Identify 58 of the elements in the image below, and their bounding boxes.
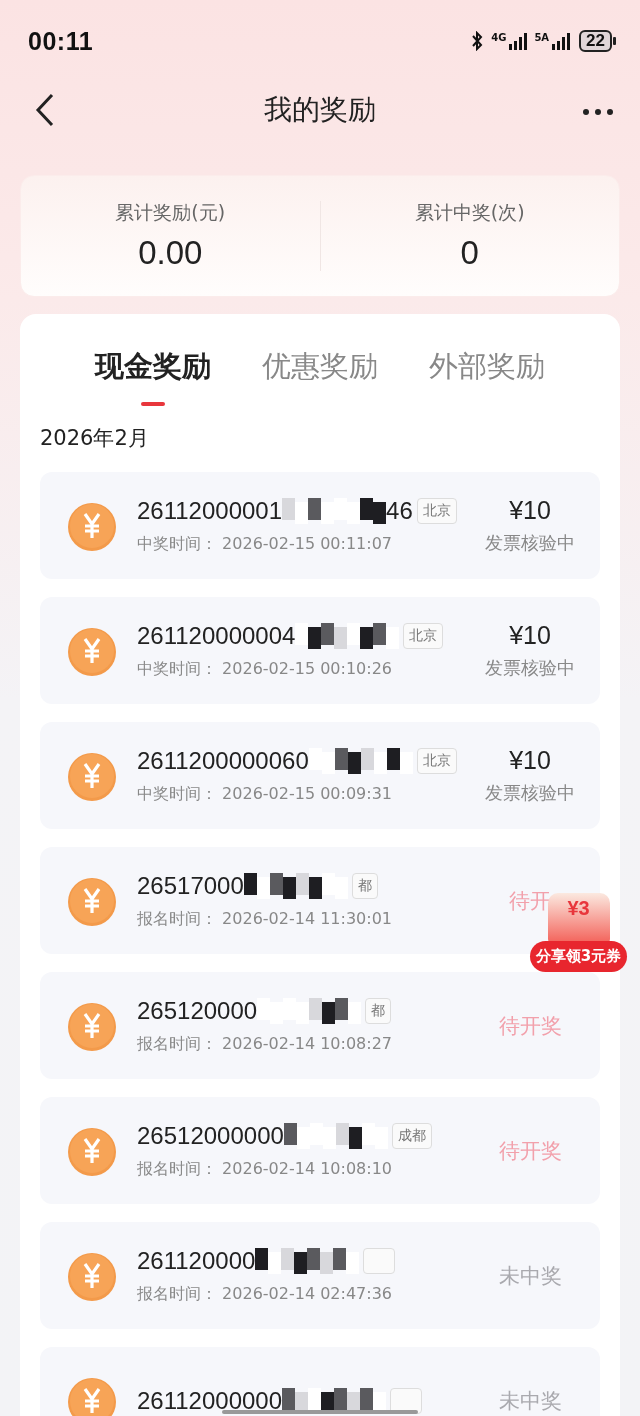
- record-time: 报名时间： 2026-02-14 10:08:10: [137, 1159, 393, 1180]
- record-card[interactable]: 265120000 都 报名时间： 2026-02-14 10:08:27 待开奖: [40, 972, 600, 1079]
- order-number: 261120000: [137, 1248, 256, 1274]
- record-card[interactable]: 26112000001 46 北京 中奖时间： 2026-02-15 00:11:07 ¥10 发票核验中: [40, 472, 600, 579]
- record-status: 待开奖: [498, 1012, 562, 1040]
- stat-label: 累计中奖(次): [414, 200, 525, 225]
- clock-time: 00:11: [28, 26, 94, 56]
- signal-icon: [509, 32, 528, 50]
- city-tag: 北京: [416, 748, 457, 774]
- record-card[interactable]: 26512000000 成都 报名时间： 2026-02-14 10:08:10 待开奖: [40, 1097, 600, 1204]
- record-time: 中奖时间： 2026-02-15 00:11:07: [137, 534, 393, 555]
- tab[interactable]: 优惠奖励: [262, 348, 378, 406]
- record-status: 未中奖: [498, 1387, 562, 1415]
- signal-icon: [552, 32, 571, 50]
- record-card[interactable]: 261120000004 北京 中奖时间： 2026-02-15 00:10:26 ¥10 发票核验中: [40, 597, 600, 704]
- stat-value: 0.00: [138, 234, 203, 272]
- month-heading: 2026年2月: [40, 425, 150, 452]
- stat-label: 累计奖励(元): [115, 200, 226, 225]
- city-tag: 北京: [403, 623, 444, 649]
- record-time: 报名时间： 2026-02-14 02:47:36: [137, 1284, 393, 1305]
- page-title: 我的奖励: [263, 92, 377, 128]
- record-status: 发票核验中: [485, 531, 575, 555]
- order-number: 265120000: [137, 998, 258, 1024]
- city-tag: 都: [365, 998, 392, 1024]
- record-status: 发票核验中: [485, 656, 575, 680]
- reward-amount: ¥10: [509, 746, 551, 775]
- city-tag: 北京: [416, 498, 457, 524]
- record-card[interactable]: 261120000 报名时间： 2026-02-14 02:47:36 未中奖: [40, 1222, 600, 1329]
- record-status: 发票核验中: [485, 781, 575, 805]
- order-number: 26512000000: [137, 1123, 284, 1149]
- record-status: 未中奖: [498, 1262, 562, 1290]
- order-number: 26112000000: [137, 1387, 283, 1414]
- record-card[interactable]: 26112000000 未中奖: [40, 1347, 600, 1416]
- tag-outline: [390, 1387, 423, 1414]
- reward-amount: ¥10: [509, 621, 551, 650]
- record-time: 报名时间： 2026-02-14 11:30:01: [137, 909, 393, 930]
- order-number: 261120000004: [137, 623, 296, 649]
- more-icon: [582, 108, 614, 116]
- record-time: 报名时间： 2026-02-14 10:08:27: [137, 1034, 393, 1055]
- reward-amount: ¥10: [509, 496, 551, 525]
- network-label: 4G: [491, 32, 507, 43]
- record-time: 中奖时间： 2026-02-15 00:10:26: [137, 659, 393, 680]
- city-tag: 都: [351, 873, 378, 899]
- city-tag: 成都: [391, 1123, 432, 1149]
- order-number: 46: [386, 498, 413, 524]
- share-coupon-button[interactable]: 分享领3元券: [529, 941, 628, 972]
- tab[interactable]: 外部奖励: [429, 348, 545, 406]
- record-card[interactable]: 2611200000060 北京 中奖时间： 2026-02-15 00:09:31 ¥10 发票核验中: [40, 722, 600, 829]
- order-number: 26112000001: [137, 498, 283, 524]
- tag-outline: [363, 1248, 396, 1274]
- stat-value: 0: [460, 234, 479, 272]
- tab[interactable]: 现金奖励: [95, 348, 211, 406]
- record-time: 中奖时间： 2026-02-15 00:09:31: [137, 784, 393, 805]
- network-label: 5A: [534, 32, 550, 43]
- bluetooth-icon: [470, 31, 485, 51]
- record-status: 待开奖: [498, 1137, 562, 1165]
- order-number: 2611200000060: [137, 748, 309, 774]
- order-number: 26517000: [137, 873, 244, 899]
